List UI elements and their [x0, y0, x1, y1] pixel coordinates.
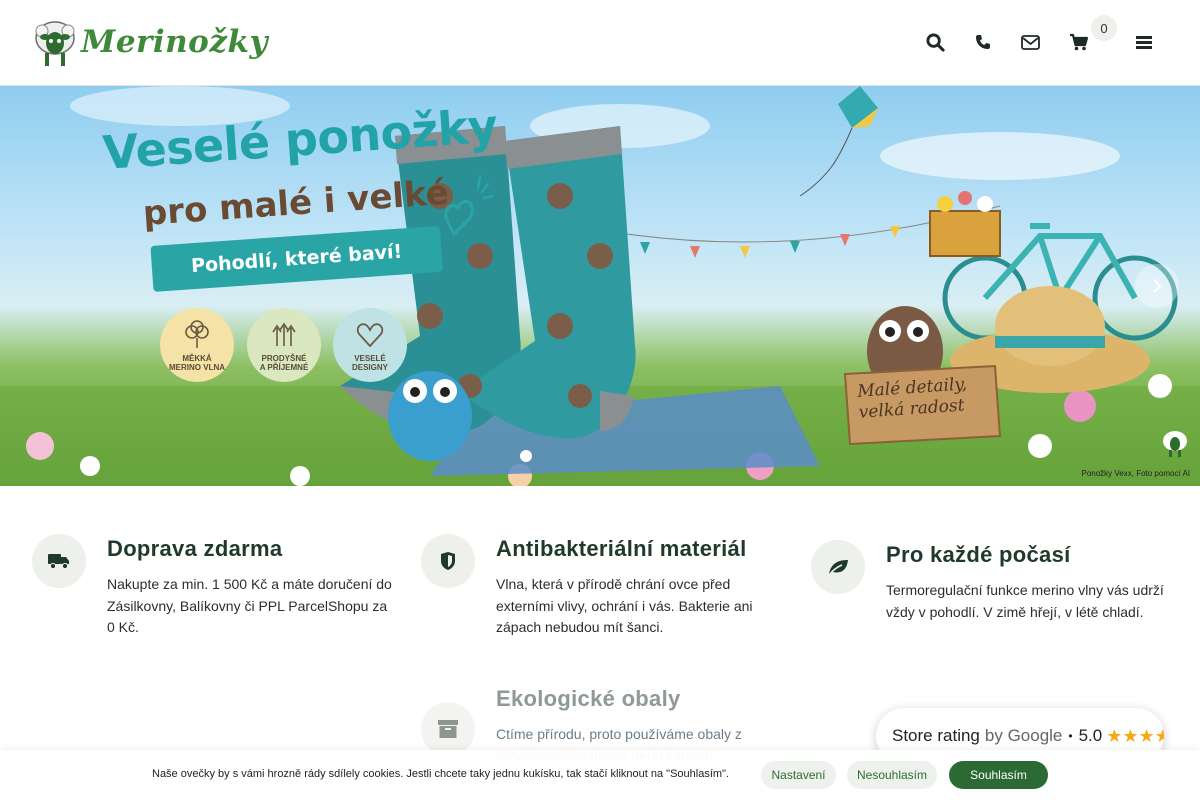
logo-wordmark: Merinožky [81, 24, 268, 60]
feature-title: Pro každé počasí [886, 542, 1071, 567]
hero-badge-merino: MĚKKÁ MERINO VLNA [160, 308, 234, 382]
feature-text: Nakupte za min. 1 500 Kč a máte doručení… [107, 576, 392, 635]
leaf-icon [811, 540, 865, 594]
hero-sign-text: Malé detaily, velká radost [856, 374, 968, 424]
cookie-consent-bar: Naše ovečky by s vámi hrozně rády sdílel… [0, 750, 1200, 800]
cart-count-badge: 0 [1091, 15, 1117, 41]
phone-icon[interactable] [971, 30, 995, 54]
hamburger-menu-icon[interactable] [1132, 30, 1156, 54]
site-header: Merinožky 0 [0, 0, 1200, 86]
heart-icon [356, 323, 384, 347]
cotton-flower-icon [185, 319, 209, 348]
sheep-watermark-icon [1163, 431, 1187, 457]
feature-title: Ekologické obaly [496, 686, 681, 711]
rating-score: 5.0 [1078, 726, 1103, 745]
cookie-message: Naše ovečky by s vámi hrozně rády sdílel… [152, 768, 730, 780]
hero-badge-breathable: PRODYŠNÉ A PŘÍJEMNÉ [247, 308, 321, 382]
cookie-accept-button[interactable]: Souhlasím [949, 761, 1048, 789]
envelope-icon[interactable] [1018, 30, 1042, 54]
hero-badge-designs: VESELÉ DESIGNY [333, 308, 407, 382]
cookie-reject-button[interactable]: Nesouhlasím [847, 761, 937, 789]
cookie-settings-button[interactable]: Nastavení [761, 761, 836, 789]
feature-title: Doprava zdarma [107, 536, 283, 561]
slider-next-button[interactable] [1135, 264, 1179, 308]
hero-slider[interactable]: Veselé ponožky pro malé i velké Pohodlí,… [0, 86, 1200, 486]
feature-title: Antibakteriální materiál [496, 536, 747, 561]
shield-icon [421, 534, 475, 588]
rating-stars-icon: ★★★★★ [1106, 725, 1164, 746]
slider-dot[interactable] [520, 450, 532, 462]
sheep-logo-icon [35, 21, 75, 66]
archive-box-icon [421, 702, 475, 756]
heart-doodle-icon [444, 174, 494, 237]
rating-source: by Google [984, 726, 1063, 745]
search-icon[interactable] [923, 30, 947, 54]
breathable-arrows-icon [272, 322, 296, 346]
hero-image-credit: Ponožky Vexx, Foto pomocí AI [1081, 469, 1191, 478]
chevron-right-icon [1153, 279, 1162, 293]
site-logo[interactable]: Merinožky [33, 16, 268, 68]
rating-separator-dot: • [1068, 729, 1073, 743]
rating-label: Store rating [892, 726, 980, 745]
feature-text: Vlna, která v přírodě chrání ovce před e… [496, 576, 753, 635]
shopping-cart-icon[interactable] [1067, 30, 1091, 54]
slider-dots [520, 450, 532, 462]
feature-text: Termoregulační funkce merino vlny vás ud… [886, 582, 1164, 620]
truck-icon [32, 534, 86, 588]
